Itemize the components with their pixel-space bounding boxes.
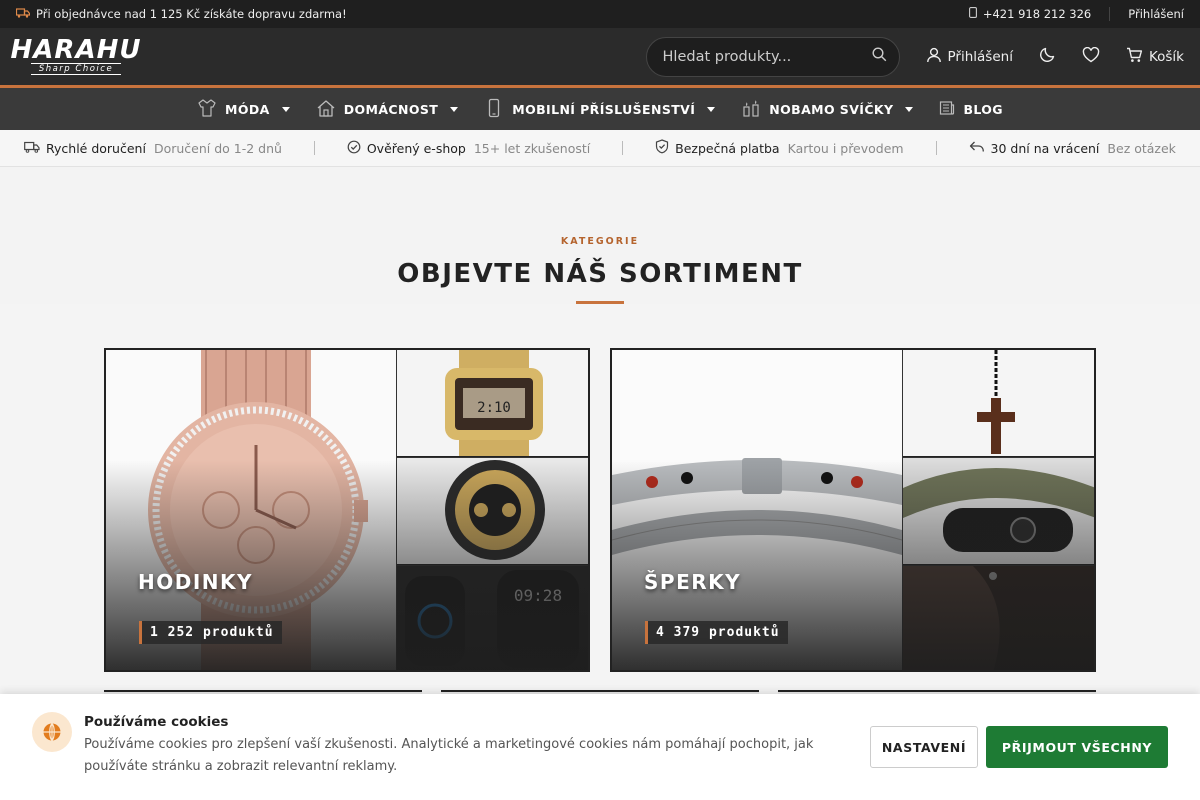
- divider: [622, 141, 624, 155]
- user-icon: [926, 47, 942, 67]
- cookie-icon: [32, 712, 72, 752]
- candle-icon: [741, 98, 761, 121]
- category-card-sperky[interactable]: ŠPERKY 4 379 produktů: [610, 348, 1096, 672]
- truck-icon: [24, 141, 40, 156]
- usp-title: 30 dní na vrácení: [990, 140, 1100, 156]
- usp-title: Bezpečná platba: [675, 140, 780, 156]
- category-count: 4 379 produktů: [645, 621, 788, 644]
- nav-label: DOMÁCNOST: [343, 101, 439, 117]
- divider: [935, 141, 937, 155]
- nav-item-blog[interactable]: BLOG: [939, 100, 1003, 119]
- usp-subtitle: Kartou i převodem: [787, 140, 904, 156]
- cookie-description: Používáme cookies pro zlepšení vaší zkuš…: [84, 737, 814, 774]
- login-label: Přihlášení: [947, 48, 1013, 65]
- usp-subtitle: Doručení do 1-2 dnů: [153, 140, 282, 156]
- usp-title: Rychlé doručení: [46, 140, 146, 156]
- search-icon[interactable]: [872, 47, 887, 66]
- category-grid: 2:10 09:28 HODINKY 1 252 prod: [104, 348, 1096, 672]
- clothing-icon: [197, 98, 217, 121]
- section-title: OBJEVTE NÁŠ SORTIMENT: [397, 259, 803, 289]
- cart-icon: [1126, 47, 1143, 67]
- logo-wordmark: HARAHU: [10, 35, 142, 65]
- category-section: KATEGORIE OBJEVTE NÁŠ SORTIMENT: [0, 167, 1200, 304]
- check-circle-icon: [347, 140, 361, 157]
- category-title: ŠPERKY: [644, 570, 742, 594]
- phone-link[interactable]: +421 918 212 326: [983, 7, 1091, 21]
- chevron-down-icon: [450, 106, 459, 112]
- nav-item-nobamo-svicky[interactable]: NOBAMO SVÍČKY: [741, 98, 914, 121]
- cross-necklace-image: [903, 350, 1094, 457]
- usp-item: 30 dní na vrácení Bez otázek: [969, 140, 1176, 157]
- usp-subtitle: Bez otázek: [1107, 140, 1176, 156]
- theme-toggle-button[interactable]: [1039, 46, 1056, 67]
- accept-all-cookies-button[interactable]: PŘIJMOUT VŠECHNY: [986, 726, 1168, 768]
- chevron-down-icon: [707, 106, 716, 112]
- search-box[interactable]: [645, 36, 900, 77]
- shield-check-icon: [655, 139, 669, 157]
- heart-icon: [1082, 46, 1100, 67]
- usp-item: Rychlé doručení Doručení do 1-2 dnů: [24, 141, 282, 156]
- top-bar: Při objednávce nad 1 125 Kč získáte dopr…: [0, 0, 1200, 28]
- truck-icon: [15, 7, 31, 21]
- cart-button[interactable]: Košík: [1126, 47, 1184, 67]
- promo-text: Při objednávce nad 1 125 Kč získáte dopr…: [36, 7, 347, 21]
- top-login-link[interactable]: Přihlášení: [1128, 7, 1184, 21]
- cookie-settings-button[interactable]: NASTAVENÍ: [870, 726, 978, 768]
- logo[interactable]: HARAHU Sharp Choice: [11, 37, 140, 75]
- chevron-down-icon: [281, 106, 290, 112]
- search-input[interactable]: [662, 48, 872, 65]
- title-underline: [576, 301, 624, 304]
- chevron-down-icon: [905, 106, 914, 112]
- cookie-title: Používáme cookies: [84, 714, 229, 730]
- category-card-hodinky[interactable]: 2:10 09:28 HODINKY 1 252 prod: [104, 348, 590, 672]
- usp-item: Ověřený e-shop 15+ let zkušeností: [347, 140, 590, 157]
- cart-label: Košík: [1148, 48, 1184, 65]
- usp-title: Ověřený e-shop: [366, 140, 466, 156]
- category-title: HODINKY: [138, 570, 254, 594]
- cookie-banner: Používáme cookies Používáme cookies pro …: [0, 694, 1200, 800]
- login-button[interactable]: Přihlášení: [926, 47, 1013, 67]
- usp-subtitle: 15+ let zkušeností: [473, 140, 591, 156]
- retro-watch-image: 2:10: [397, 350, 588, 457]
- phone-icon: [968, 7, 977, 21]
- usp-item: Bezpečná platba Kartou i převodem: [655, 139, 904, 157]
- main-header: HARAHU Sharp Choice Přihlášení Košík: [0, 28, 1200, 88]
- category-count: 1 252 produktů: [139, 621, 282, 644]
- main-nav: MÓDA DOMÁCNOST MOBILNÍ PŘÍSLUŠENSTVÍ NOB…: [0, 88, 1200, 130]
- section-kicker: KATEGORIE: [560, 236, 640, 247]
- nav-label: NOBAMO SVÍČKY: [769, 101, 894, 117]
- nav-item-mobilni-prislusenstvi[interactable]: MOBILNÍ PŘÍSLUŠENSTVÍ: [484, 98, 716, 121]
- moon-icon: [1039, 46, 1056, 67]
- nav-item-moda[interactable]: MÓDA: [197, 98, 290, 121]
- return-arrow-icon: [969, 140, 985, 157]
- phone-icon: [484, 98, 504, 121]
- nav-label: BLOG: [963, 101, 1003, 117]
- divider: [313, 141, 315, 155]
- svg-text:2:10: 2:10: [477, 400, 511, 416]
- wishlist-button[interactable]: [1082, 46, 1100, 67]
- nav-item-domacnost[interactable]: DOMÁCNOST: [316, 98, 459, 121]
- newspaper-icon: [939, 100, 955, 119]
- usp-bar: Rychlé doručení Doručení do 1-2 dnů Ověř…: [0, 130, 1200, 167]
- house-icon: [316, 98, 336, 121]
- divider: [1109, 7, 1111, 21]
- nav-label: MOBILNÍ PŘÍSLUŠENSTVÍ: [512, 101, 696, 117]
- logo-tagline: Sharp Choice: [30, 63, 122, 75]
- nav-label: MÓDA: [225, 101, 270, 117]
